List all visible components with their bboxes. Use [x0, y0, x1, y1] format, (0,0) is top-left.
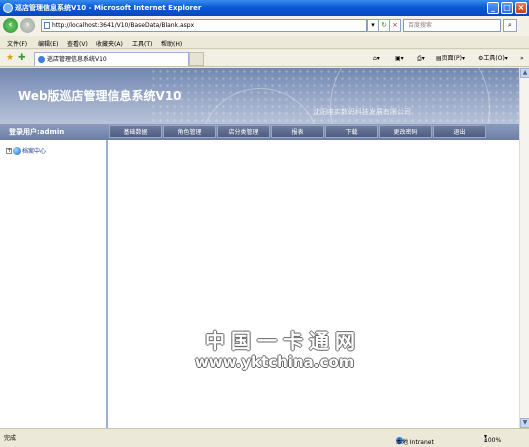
status-text: 完成	[4, 435, 17, 442]
stop-icon[interactable]: ×	[389, 19, 401, 32]
page-menu-label: 页面(P)	[441, 55, 462, 62]
back-arrow-icon[interactable]: ‹	[3, 18, 18, 33]
home-icon[interactable]: ⌂▾	[373, 53, 380, 64]
nav-reports[interactable]: 报表	[271, 125, 324, 138]
tools-menu[interactable]: ⚙工具(O)▾	[478, 53, 508, 64]
print-icon[interactable]: ⎙▾	[417, 53, 425, 64]
search-icon[interactable]: ⌕	[503, 19, 517, 32]
nav-basic-data[interactable]: 基础数据	[109, 125, 162, 138]
page-menu[interactable]: ▤页面(P)▾	[436, 53, 465, 64]
login-user: 登录用户:admin	[9, 128, 65, 136]
page-viewport: Web版巡店管理信息系统V10 沈阳唯实数码科技发展有限公司 登录用户:admi…	[0, 68, 519, 428]
zoom-control[interactable]: ⌕ 100% ▾	[484, 433, 501, 444]
browser-tab[interactable]: 巡店管理信息系统V10	[34, 52, 189, 66]
toolbar-overflow-icon[interactable]: »	[520, 53, 524, 64]
nav-download[interactable]: 下载	[325, 125, 378, 138]
ie-logo-icon	[3, 3, 13, 13]
zone-label: 本地 Intranet	[396, 439, 434, 446]
new-tab-button[interactable]	[189, 52, 204, 66]
menu-bar: 文件(F) 编辑(E) 查看(V) 收藏夹(A) 工具(T) 帮助(H)	[0, 37, 529, 49]
company-name: 沈阳唯实数码科技发展有限公司	[313, 108, 411, 116]
tab-title: 巡店管理信息系统V10	[47, 56, 107, 63]
window-title-bar[interactable]: 巡店管理信息系统V10 - Microsoft Internet Explore…	[0, 0, 529, 16]
expand-icon[interactable]: +	[6, 147, 12, 154]
nav-strip: 登录用户:admin 基础数据 角色管理 店分类管理 报表 下载 更改密码 退出	[0, 124, 519, 140]
address-input[interactable]: http://localhost:3641/V10/BaseData/Blank…	[41, 19, 367, 32]
system-name: Web版巡店管理信息系统V10	[18, 89, 182, 103]
tab-row: ★ ✚ 巡店管理信息系统V10 ⌂▾ ▣▾ ⎙▾ ▤页面(P)▾ ⚙工具(O)▾…	[0, 50, 529, 67]
menu-favorites[interactable]: 收藏夹(A)	[96, 39, 123, 48]
nav-logout[interactable]: 退出	[433, 125, 486, 138]
feeds-icon[interactable]: ▣▾	[395, 53, 404, 64]
sidebar-tree: + 档案中心	[0, 140, 108, 428]
page-icon	[44, 22, 50, 29]
menu-file[interactable]: 文件(F)	[7, 39, 27, 48]
favorites-star-icon[interactable]: ★	[6, 53, 14, 64]
header-banner: Web版巡店管理信息系统V10 沈阳唯实数码科技发展有限公司	[0, 68, 519, 124]
status-bar: 完成 本地 Intranet ⌕ 100% ▾	[0, 428, 529, 447]
menu-tools[interactable]: 工具(T)	[132, 39, 152, 48]
watermark-text: 中国一卡通网	[205, 329, 361, 353]
close-button[interactable]: ×	[515, 2, 527, 14]
tools-menu-label: 工具(O)	[483, 55, 505, 62]
address-url: http://localhost:3641/V10/BaseData/Blank…	[52, 22, 195, 29]
window-title: 巡店管理信息系统V10 - Microsoft Internet Explore…	[15, 4, 202, 12]
nav-role-management[interactable]: 角色管理	[163, 125, 216, 138]
search-input[interactable]: 百度搜索	[403, 19, 501, 32]
forward-arrow-icon[interactable]: ›	[20, 18, 35, 33]
main-nav: 基础数据 角色管理 店分类管理 报表 下载 更改密码 退出	[109, 125, 487, 139]
globe-icon	[13, 146, 21, 155]
menu-view[interactable]: 查看(V)	[67, 39, 88, 48]
vertical-scrollbar[interactable]: ▲ ▼	[519, 68, 529, 428]
nav-change-password[interactable]: 更改密码	[379, 125, 432, 138]
zoom-level: 100%	[484, 437, 502, 444]
main-content-area	[110, 140, 519, 428]
scroll-up-icon[interactable]: ▲	[520, 68, 529, 78]
menu-help[interactable]: 帮助(H)	[161, 39, 182, 48]
add-favorite-icon[interactable]: ✚	[18, 53, 26, 64]
address-toolbar: ‹ › http://localhost:3641/V10/BaseData/B…	[0, 16, 529, 36]
maximize-button[interactable]: □	[501, 2, 513, 14]
minimize-button[interactable]: _	[487, 2, 499, 14]
tree-item-label: 档案中心	[22, 148, 47, 155]
tree-item-archive-center[interactable]: + 档案中心	[6, 146, 46, 155]
nav-store-category[interactable]: 店分类管理	[217, 125, 270, 138]
scroll-down-icon[interactable]: ▼	[520, 418, 529, 428]
menu-edit[interactable]: 编辑(E)	[38, 39, 58, 48]
watermark-url: www.yktchina.com	[195, 353, 355, 371]
tab-page-icon	[38, 56, 45, 63]
